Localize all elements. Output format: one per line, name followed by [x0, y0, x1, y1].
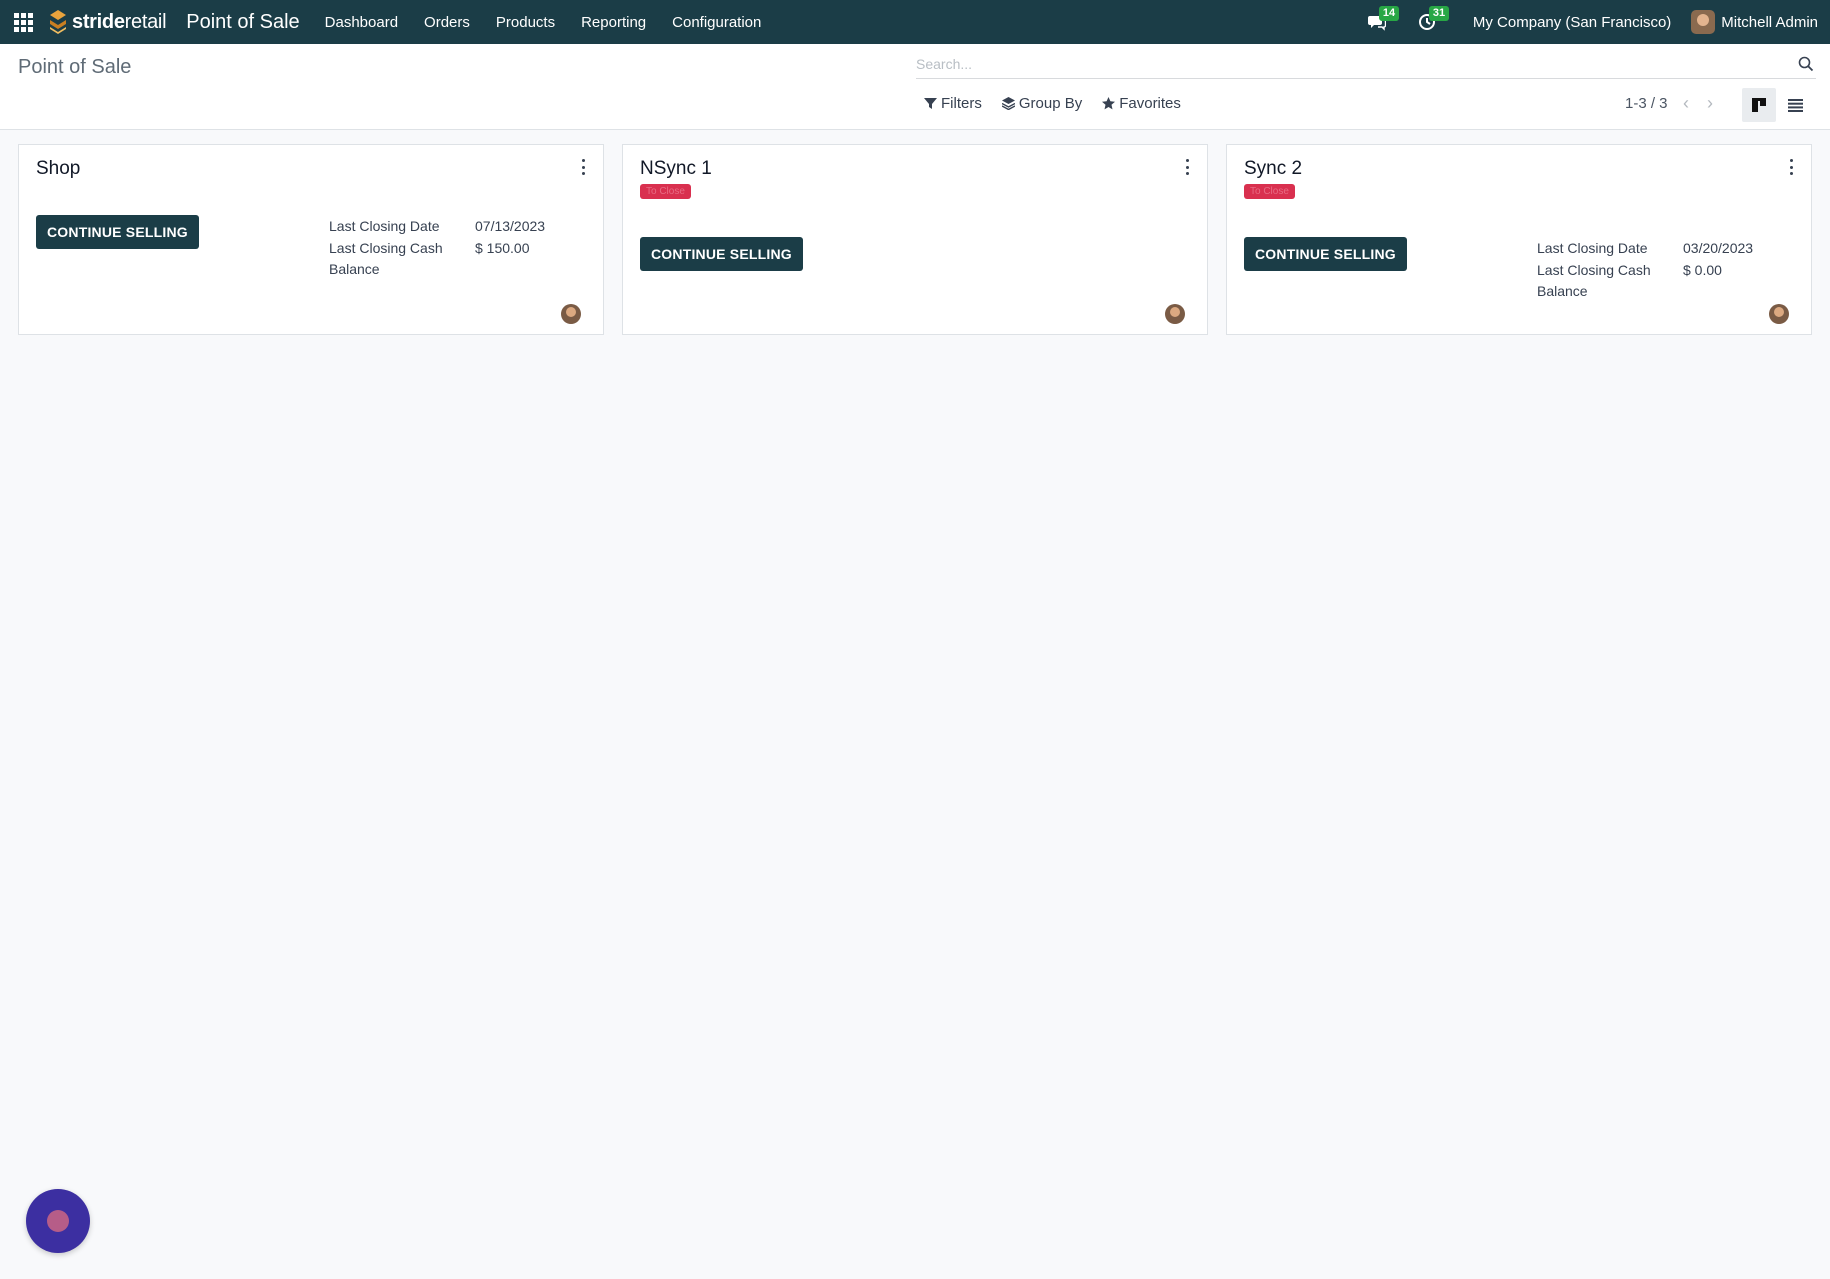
user-avatar [1691, 10, 1716, 34]
user-name: Mitchell Admin [1721, 13, 1818, 31]
closing-info: Last Closing Date 07/13/2023 Last Closin… [329, 216, 579, 286]
closing-info: Last Closing Date 03/20/2023 Last Closin… [1537, 238, 1787, 308]
brand-name: strideretail [72, 10, 167, 33]
card-title[interactable]: Shop [36, 158, 80, 180]
kanban-icon [1752, 98, 1766, 112]
last-closing-date-value: 07/13/2023 [475, 218, 546, 234]
last-closing-cash-value: $ 0.00 [1683, 261, 1722, 278]
list-icon [1787, 98, 1803, 112]
last-closing-cash-value: $ 150.00 [475, 239, 530, 256]
stride-logo-icon [50, 10, 66, 34]
favorites-button[interactable]: Favorites [1102, 95, 1181, 112]
filters-button[interactable]: Filters [924, 95, 982, 112]
search-icon[interactable] [1798, 56, 1814, 72]
last-closing-date-value: 03/20/2023 [1683, 240, 1754, 256]
pager-next-icon[interactable]: › [1702, 93, 1718, 113]
menu-configuration[interactable]: Configuration [659, 14, 774, 31]
breadcrumb: Point of Sale [18, 56, 132, 78]
card-title[interactable]: NSync 1 [640, 158, 712, 180]
pos-card-nsync-1: NSync 1 To Close CONTINUE SELLING [622, 144, 1208, 335]
card-menu-icon[interactable] [1183, 159, 1191, 175]
continue-selling-button[interactable]: CONTINUE SELLING [36, 215, 199, 249]
pager-value[interactable]: 1-3 / 3 [1625, 95, 1668, 112]
responsible-avatar [561, 304, 581, 324]
top-navbar: strideretail Point of Sale Dashboard Ord… [0, 0, 1830, 44]
menu-dashboard[interactable]: Dashboard [312, 14, 411, 31]
menu-orders[interactable]: Orders [411, 14, 483, 31]
brand-logo[interactable]: strideretail [48, 9, 167, 35]
search-options: Filters Group By Favorites [924, 95, 1201, 112]
activities-button[interactable]: 31 [1415, 6, 1450, 32]
messages-count-badge: 14 [1378, 6, 1400, 21]
continue-selling-button[interactable]: CONTINUE SELLING [640, 237, 803, 271]
company-switcher[interactable]: My Company (San Francisco) [1473, 14, 1671, 31]
last-closing-cash-label: Last Closing Cash Balance [329, 239, 443, 278]
layers-icon [1001, 97, 1015, 110]
pos-card-shop: Shop CONTINUE SELLING Last Closing Date … [18, 144, 604, 335]
card-title[interactable]: Sync 2 [1244, 158, 1302, 180]
control-panel: Point of Sale Filters Group By Favorites… [0, 44, 1830, 130]
livechat-bubble[interactable] [26, 1189, 90, 1253]
activities-count-badge: 31 [1428, 6, 1450, 21]
apps-grid-icon[interactable] [14, 13, 36, 32]
user-menu[interactable]: Mitchell Admin [1691, 10, 1818, 34]
pos-card-sync-2: Sync 2 To Close CONTINUE SELLING Last Cl… [1226, 144, 1812, 335]
list-view-button[interactable] [1778, 88, 1812, 122]
card-menu-icon[interactable] [579, 159, 587, 175]
last-closing-cash-label: Last Closing Cash Balance [1537, 261, 1651, 300]
card-menu-icon[interactable] [1787, 159, 1795, 175]
main-menu: Dashboard Orders Products Reporting Conf… [312, 14, 775, 31]
navbar-systray: 14 31 My Company (San Francisco) Mitchel… [1365, 0, 1830, 44]
app-title[interactable]: Point of Sale [186, 11, 299, 34]
search-bar [916, 52, 1816, 79]
status-badge: To Close [640, 184, 691, 199]
messages-button[interactable]: 14 [1365, 6, 1400, 32]
menu-products[interactable]: Products [483, 14, 568, 31]
livechat-icon [47, 1210, 69, 1232]
status-badge: To Close [1244, 184, 1295, 199]
kanban-view-button[interactable] [1742, 88, 1776, 122]
pager-previous-icon[interactable]: ‹ [1678, 93, 1694, 113]
search-input[interactable] [916, 52, 1776, 76]
group-by-button[interactable]: Group By [1001, 95, 1082, 112]
responsible-avatar [1769, 304, 1789, 324]
continue-selling-button[interactable]: CONTINUE SELLING [1244, 237, 1407, 271]
star-icon [1102, 97, 1116, 110]
responsible-avatar [1165, 304, 1185, 324]
menu-reporting[interactable]: Reporting [568, 14, 659, 31]
last-closing-date-label: Last Closing Date [329, 218, 440, 234]
last-closing-date-label: Last Closing Date [1537, 240, 1648, 256]
filter-icon [924, 98, 937, 109]
